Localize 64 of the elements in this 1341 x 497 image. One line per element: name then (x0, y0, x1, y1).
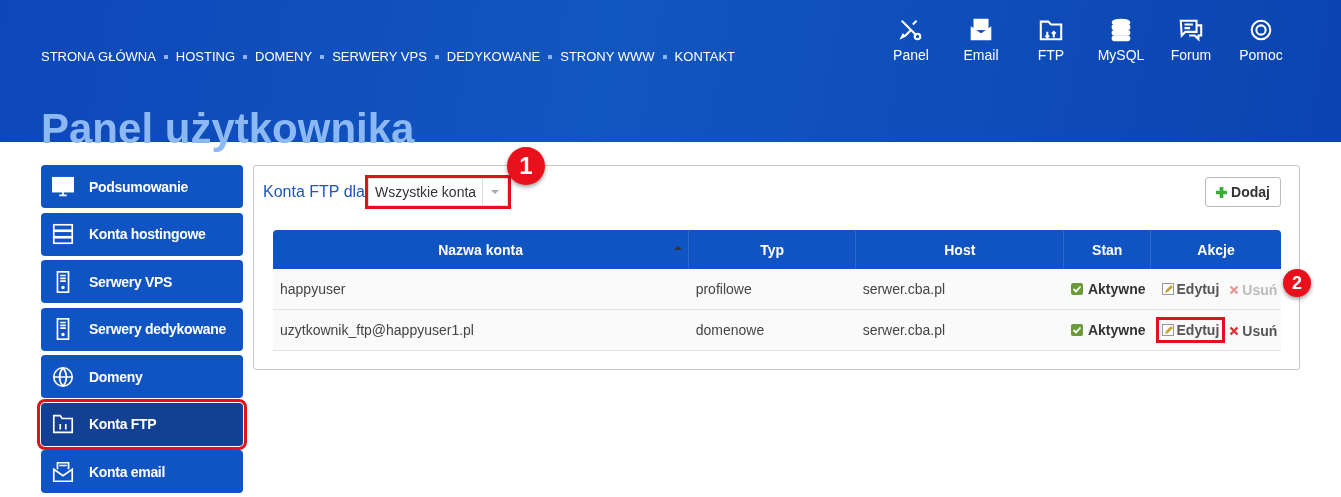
column-header[interactable]: Stan (1063, 230, 1151, 269)
table-cell: happyuser (273, 269, 689, 310)
lifebuoy-icon (1248, 17, 1274, 43)
mail-icon (51, 459, 75, 484)
step-badge: 1 (507, 147, 545, 185)
separator-icon (548, 54, 553, 59)
globe-icon (51, 364, 75, 389)
sidebar-item[interactable]: Podsumowanie (41, 165, 243, 208)
sidebar-item[interactable]: Domeny (41, 355, 243, 398)
checkbox-icon (1070, 282, 1083, 295)
quick-link[interactable]: FTP (1016, 17, 1086, 63)
quick-link[interactable]: MySQL (1086, 17, 1156, 63)
column-header[interactable]: Host (855, 230, 1064, 269)
nav-link[interactable]: HOSTING (175, 49, 236, 64)
quick-link[interactable]: Pomoc (1226, 17, 1296, 63)
add-button[interactable]: Dodaj (1205, 177, 1281, 207)
pencil-icon (1161, 324, 1174, 336)
status-label: Aktywne (1070, 321, 1146, 338)
close-icon (1229, 326, 1240, 336)
account-select[interactable]: Wszystkie konta (368, 178, 509, 206)
table-cell: domenowe (688, 309, 856, 351)
separator-icon (243, 54, 248, 59)
quick-link[interactable]: Forum (1156, 17, 1226, 63)
column-header[interactable]: Nazwa konta (273, 230, 689, 269)
separator-icon (163, 54, 168, 59)
edit-link[interactable]: Edytuj (1155, 276, 1226, 302)
servers-icon (51, 222, 75, 246)
sidebar-item[interactable]: Konta hostingowe (41, 212, 243, 256)
separator-icon (320, 54, 325, 59)
folder-icon (51, 412, 75, 436)
nav-link[interactable]: STRONY WWW (560, 49, 655, 64)
page-title: Panel użytkownika (41, 108, 415, 150)
plus-icon (1216, 186, 1228, 198)
sidebar-item[interactable]: Serwery dedykowane (41, 307, 243, 351)
sidebar-item[interactable]: Konta email (41, 450, 243, 493)
nav-link[interactable]: DOMENY (255, 49, 313, 64)
separator-icon (434, 54, 439, 59)
status-label: Aktywne (1070, 280, 1146, 297)
sort-icon (674, 246, 683, 250)
close-icon (1229, 285, 1240, 295)
table-cell: uzytkownik_ftp@happyuser1.pl (273, 309, 689, 351)
column-header[interactable]: Akcje (1150, 230, 1281, 269)
delete-link[interactable]: Usuń (1229, 323, 1278, 339)
checkbox-icon (1070, 323, 1083, 336)
table-cell: profilowe (688, 269, 856, 310)
sidebar-item[interactable]: Serwery VPS (41, 260, 243, 303)
chat-icon (1178, 17, 1204, 43)
monitor-icon (51, 174, 75, 199)
quick-link[interactable]: Panel (876, 17, 946, 63)
nav-link[interactable]: DEDYKOWANE (446, 49, 541, 64)
pencil-icon (1161, 283, 1174, 295)
mail-icon (968, 17, 994, 43)
quick-link[interactable]: Email (946, 17, 1016, 63)
edit-link[interactable]: Edytuj (1155, 317, 1226, 343)
column-header[interactable]: Typ (688, 230, 856, 269)
separator-icon (662, 54, 667, 59)
step-badge: 2 (1283, 269, 1311, 297)
nav-link[interactable]: KONTAKT (674, 49, 736, 64)
nav-link[interactable]: SERWERY VPS (332, 49, 427, 64)
filter-label: Konta FTP dla (263, 183, 365, 201)
nav-link[interactable]: STRONA GŁÓWNA (41, 49, 156, 64)
table-cell: serwer.cba.pl (855, 309, 1064, 351)
table-cell: serwer.cba.pl (855, 269, 1064, 310)
tools-icon (898, 17, 924, 43)
